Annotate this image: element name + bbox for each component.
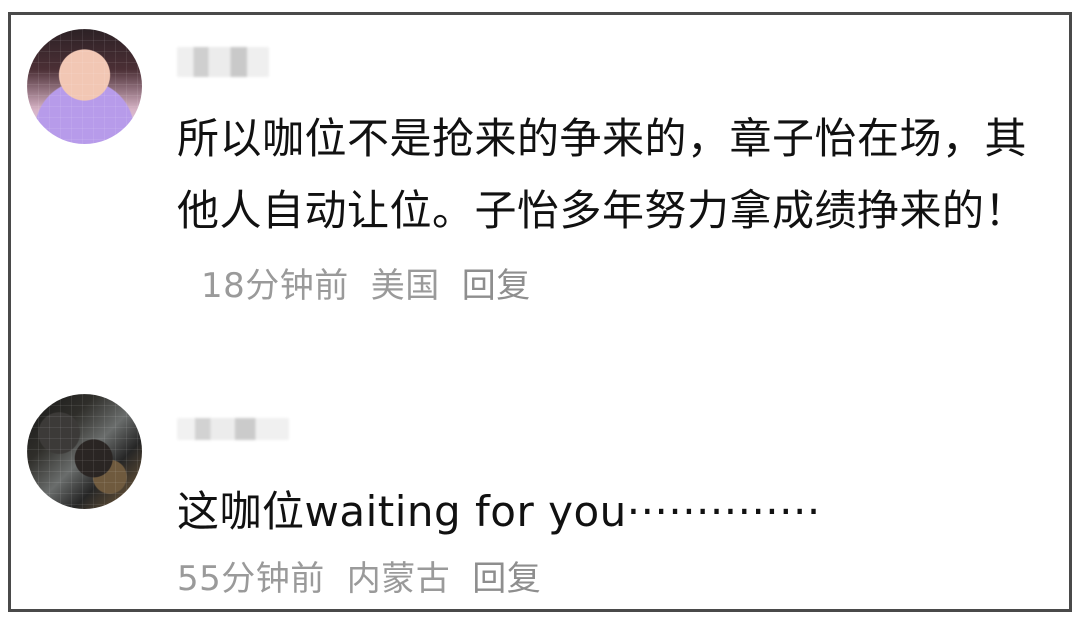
reply-button[interactable]: 回复 [462, 266, 531, 306]
comment-meta: 55分钟前 内蒙古 回复 [177, 555, 541, 603]
comment-meta: 18分钟前 美国 回复 [201, 266, 531, 306]
comment-location: 美国 [370, 266, 440, 306]
comment-content: 这咖位waiting for you·············· [177, 476, 1057, 548]
reply-button[interactable]: 回复 [472, 559, 541, 599]
user-avatar-icon[interactable] [27, 29, 142, 144]
user-avatar-icon[interactable] [27, 394, 142, 509]
comment-location: 内蒙古 [346, 559, 451, 599]
comment-text: 所以咖位不是抢来的争来的，章子怡在场，其他人自动让位。子怡多年努力拿成绩挣来的！ [177, 114, 1028, 235]
comment-time: 18分钟前 [201, 266, 349, 306]
username-redaction [177, 418, 289, 440]
comment-screenshot-frame: 所以咖位不是抢来的争来的，章子怡在场，其他人自动让位。子怡多年努力拿成绩挣来的！… [8, 12, 1072, 612]
username-redaction [177, 47, 269, 77]
comment-content: 所以咖位不是抢来的争来的，章子怡在场，其他人自动让位。子怡多年努力拿成绩挣来的！… [177, 103, 1057, 322]
comment-text: 这咖位waiting for you·············· [177, 487, 821, 536]
comment-time: 55分钟前 [177, 559, 325, 599]
